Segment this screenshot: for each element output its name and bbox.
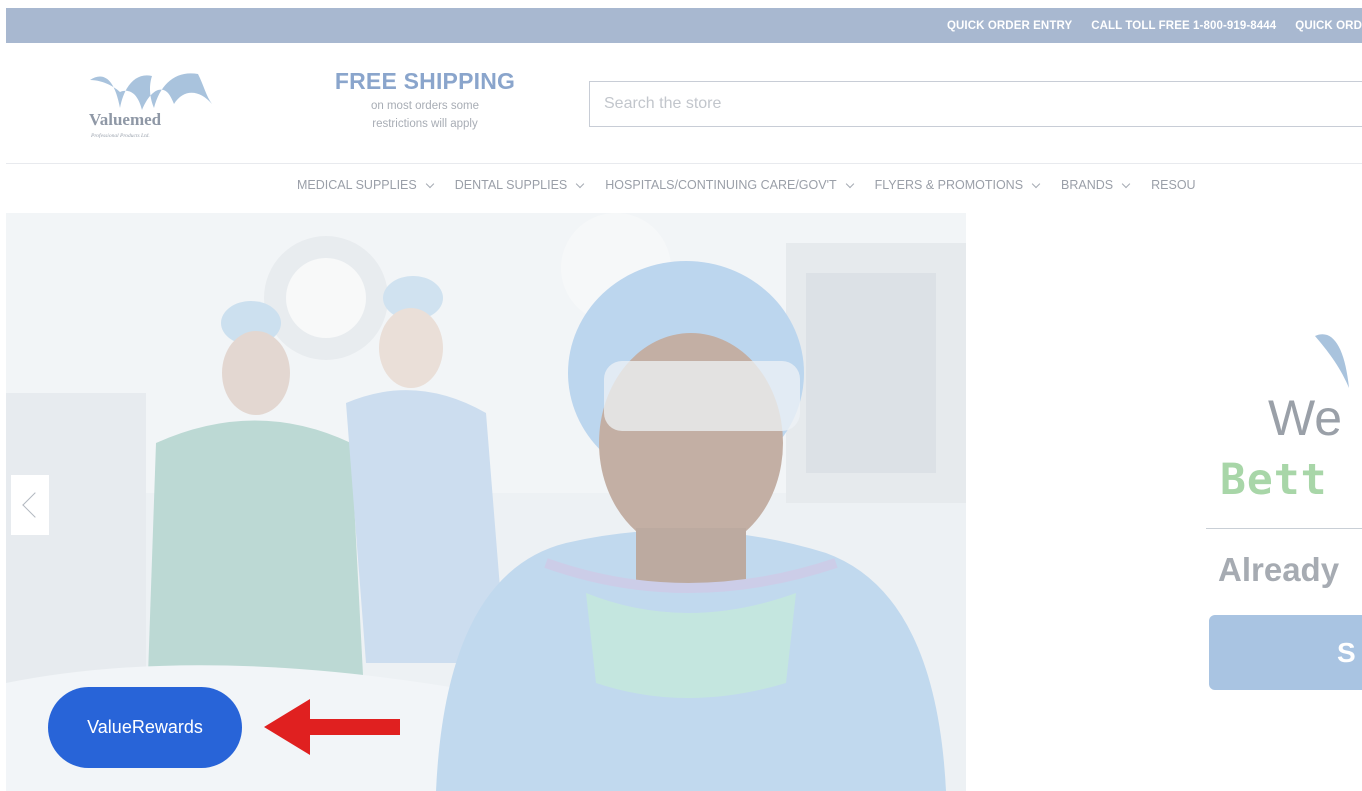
logo-wordmark: Valuemed xyxy=(89,110,162,129)
value-rewards-button[interactable]: ValueRewards xyxy=(48,687,242,768)
page: QUICK ORDER ENTRY CALL TOLL FREE 1-800-9… xyxy=(0,0,1362,791)
nav-item-medical-supplies[interactable]: MEDICAL SUPPLIES xyxy=(297,178,434,192)
welcome-panel: We Bett Already S xyxy=(966,213,1362,791)
chevron-down-icon xyxy=(1031,179,1041,188)
quick-order-entry-link[interactable]: QUICK ORDER ENTRY xyxy=(947,20,1072,32)
free-shipping-line-2: restrictions will apply xyxy=(372,118,478,130)
chevron-down-icon xyxy=(1121,179,1131,188)
welcome-signin-button[interactable]: S xyxy=(1209,615,1362,690)
welcome-subtitle: Bett xyxy=(1220,455,1328,505)
nav-item-label: BRANDS xyxy=(1061,178,1114,192)
arrow-left-icon xyxy=(264,699,400,755)
welcome-logo-mark xyxy=(1315,334,1349,388)
call-toll-free-link[interactable]: CALL TOLL FREE 1-800-919-8444 xyxy=(1091,20,1276,32)
header-divider xyxy=(6,163,1362,164)
nav-item-label: HOSPITALS/CONTINUING CARE/GOV'T xyxy=(605,178,837,192)
quick-order-link[interactable]: QUICK ORD xyxy=(1295,20,1362,32)
nav-item-dental-supplies[interactable]: DENTAL SUPPLIES xyxy=(454,178,585,192)
slider-previous-button[interactable] xyxy=(11,475,49,535)
nav-item-hospitals[interactable]: HOSPITALS/CONTINUING CARE/GOV'T xyxy=(605,178,854,192)
welcome-title: We xyxy=(1268,390,1343,446)
free-shipping-promo: FREE SHIPPING on most orders some restri… xyxy=(300,68,550,133)
valuemed-logo-mark xyxy=(90,73,212,110)
logo-tagline: Professional Products Ltd. xyxy=(91,133,150,139)
chevron-down-icon xyxy=(845,179,854,188)
nav-item-label: DENTAL SUPPLIES xyxy=(454,178,568,192)
welcome-divider xyxy=(1206,528,1362,529)
top-utility-bar: QUICK ORDER ENTRY CALL TOLL FREE 1-800-9… xyxy=(6,8,1362,43)
site-logo[interactable]: Valuemed Professional Products Ltd. xyxy=(80,66,220,146)
nav-item-label: FLYERS & PROMOTIONS xyxy=(874,178,1024,192)
topbar-links: QUICK ORDER ENTRY CALL TOLL FREE 1-800-9… xyxy=(928,8,1362,43)
chevron-down-icon xyxy=(576,179,585,188)
search-input[interactable] xyxy=(589,81,1362,127)
nav-item-label: RESOU xyxy=(1151,178,1196,192)
free-shipping-title: FREE SHIPPING xyxy=(334,68,516,94)
free-shipping-line-1: on most orders some xyxy=(370,100,479,112)
chevron-down-icon xyxy=(425,179,434,188)
nav-item-label: MEDICAL SUPPLIES xyxy=(297,178,417,192)
chevron-left-icon xyxy=(22,492,48,518)
welcome-question: Already xyxy=(1218,551,1340,588)
main-navigation: MEDICAL SUPPLIES DENTAL SUPPLIES HOSPITA… xyxy=(297,178,1218,192)
nav-item-resources[interactable]: RESOU xyxy=(1151,178,1195,192)
nav-item-flyers-promotions[interactable]: FLYERS & PROMOTIONS xyxy=(874,178,1041,192)
nav-item-brands[interactable]: BRANDS xyxy=(1061,178,1131,192)
